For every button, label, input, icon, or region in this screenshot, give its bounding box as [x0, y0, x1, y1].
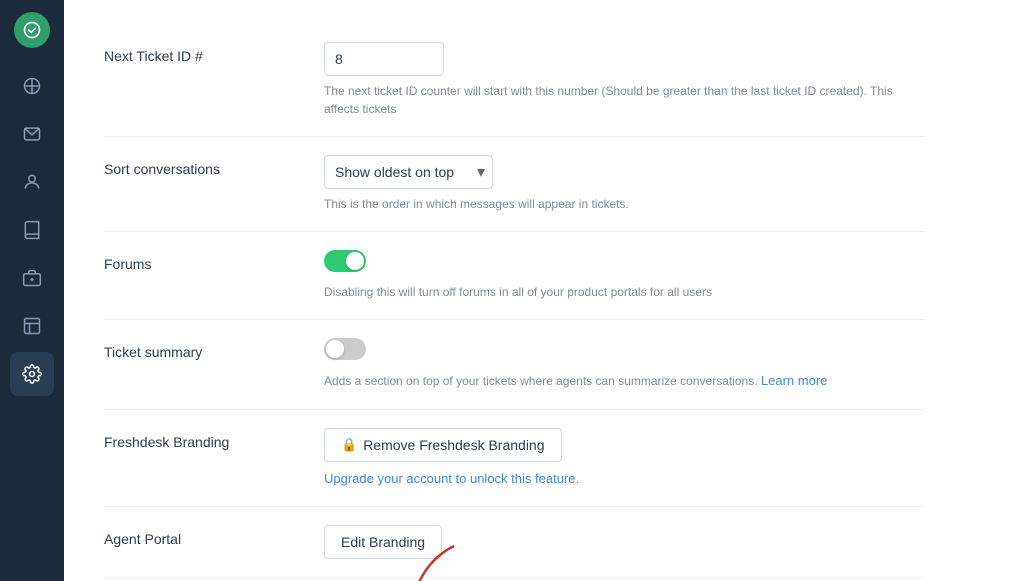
setting-customer-portal: Customer Portal Edit Portal	[104, 578, 924, 581]
sort-conversations-select[interactable]: Show oldest on top Show newest on top	[324, 155, 493, 189]
ticket-summary-toggle[interactable]	[324, 338, 366, 360]
sort-conversations-select-wrapper: Show oldest on top Show newest on top ▾	[324, 155, 493, 189]
sort-conversations-description: This is the order in which messages will…	[324, 195, 924, 213]
sidebar-item-home[interactable]	[10, 64, 54, 108]
sidebar-item-tickets[interactable]	[10, 256, 54, 300]
sidebar	[0, 0, 64, 581]
sort-conversations-control: Show oldest on top Show newest on top ▾ …	[324, 155, 924, 213]
setting-sort-conversations: Sort conversations Show oldest on top Sh…	[104, 137, 924, 232]
ticket-summary-description: Adds a section on top of your tickets wh…	[324, 371, 924, 391]
sidebar-item-contacts[interactable]	[10, 160, 54, 204]
toggle-track	[324, 338, 366, 360]
setting-forums: Forums Disabling this will turn off foru…	[104, 232, 924, 320]
forums-description: Disabling this will turn off forums in a…	[324, 283, 924, 301]
lock-icon: 🔒	[341, 437, 357, 453]
remove-branding-label: Remove Freshdesk Branding	[363, 437, 544, 453]
edit-branding-label: Edit Branding	[341, 534, 425, 550]
ticket-summary-label: Ticket summary	[104, 338, 324, 360]
ticket-summary-control: Adds a section on top of your tickets wh…	[324, 338, 924, 391]
forums-label: Forums	[104, 250, 324, 272]
forums-control: Disabling this will turn off forums in a…	[324, 250, 924, 301]
sidebar-item-knowledge[interactable]	[10, 208, 54, 252]
ticket-summary-description-text: Adds a section on top of your tickets wh…	[324, 374, 758, 388]
next-ticket-id-label: Next Ticket ID #	[104, 42, 324, 64]
next-ticket-id-description: The next ticket ID counter will start wi…	[324, 82, 924, 118]
setting-agent-portal: Agent Portal Edit Branding	[104, 507, 924, 578]
freshdesk-branding-label: Freshdesk Branding	[104, 428, 324, 450]
freshdesk-branding-control: 🔒 Remove Freshdesk Branding Upgrade your…	[324, 428, 924, 488]
learn-more-link[interactable]: Learn more	[761, 373, 827, 388]
remove-freshdesk-branding-button[interactable]: 🔒 Remove Freshdesk Branding	[324, 428, 562, 462]
edit-branding-button[interactable]: Edit Branding	[324, 525, 442, 559]
sidebar-item-inbox[interactable]	[10, 112, 54, 156]
setting-ticket-summary: Ticket summary Adds a section on top of …	[104, 320, 924, 410]
toggle-thumb	[346, 252, 364, 270]
setting-freshdesk-branding: Freshdesk Branding 🔒 Remove Freshdesk Br…	[104, 410, 924, 507]
upgrade-link[interactable]: Upgrade your account to unlock this feat…	[324, 471, 579, 486]
sort-conversations-label: Sort conversations	[104, 155, 324, 177]
main-content: Next Ticket ID # The next ticket ID coun…	[64, 0, 1024, 581]
agent-portal-control: Edit Branding	[324, 525, 924, 559]
setting-next-ticket-id: Next Ticket ID # The next ticket ID coun…	[104, 24, 924, 137]
next-ticket-id-input[interactable]	[324, 42, 444, 76]
forums-toggle[interactable]	[324, 250, 366, 272]
toggle-thumb	[326, 340, 344, 358]
toggle-track	[324, 250, 366, 272]
logo	[14, 12, 50, 48]
next-ticket-id-control: The next ticket ID counter will start wi…	[324, 42, 924, 118]
settings-container: Next Ticket ID # The next ticket ID coun…	[64, 0, 964, 581]
agent-portal-label: Agent Portal	[104, 525, 324, 547]
sidebar-item-settings[interactable]	[10, 352, 54, 396]
sidebar-item-reports[interactable]	[10, 304, 54, 348]
